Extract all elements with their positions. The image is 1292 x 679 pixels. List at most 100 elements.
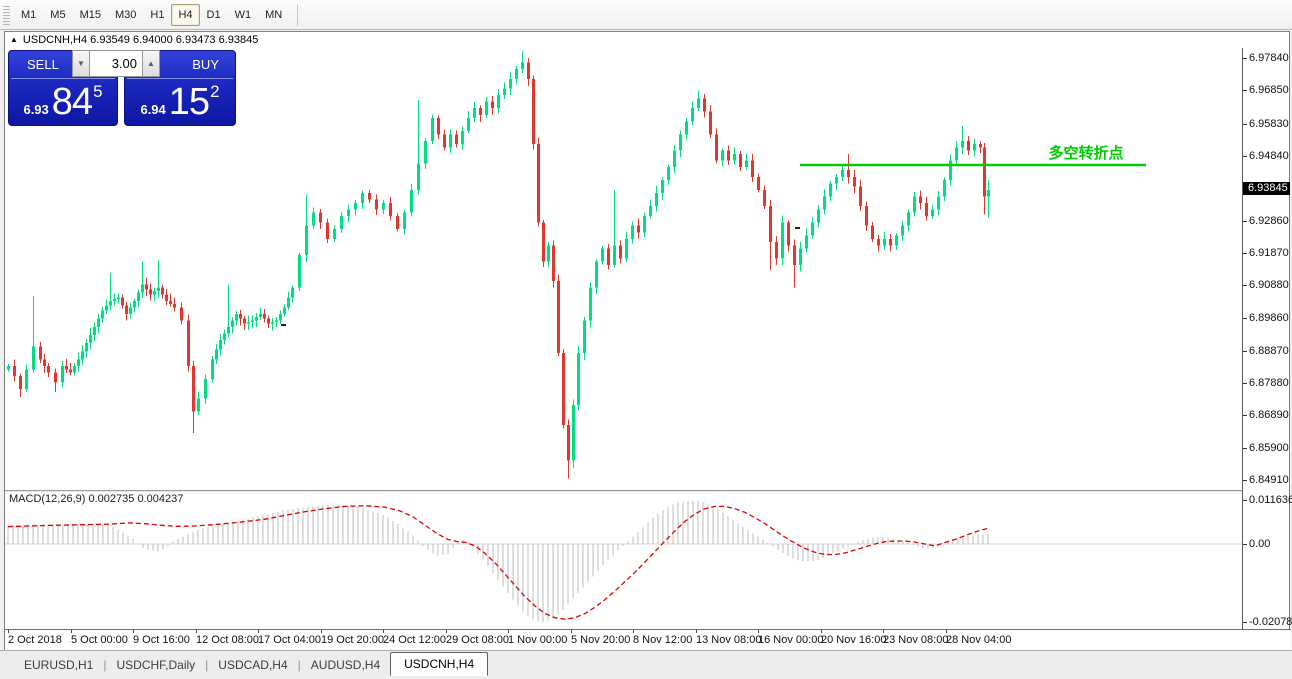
candle (943, 178, 946, 201)
chart-tab-usdcnh-h4[interactable]: USDCNH,H4 (390, 652, 488, 676)
macd-pane: MACD(12,26,9) 0.002735 0.004237 (5, 492, 1242, 629)
time-axis-label: 29 Oct 08:00 (446, 634, 509, 646)
axis-tick (1243, 544, 1247, 545)
candle (805, 229, 808, 253)
candle (715, 128, 718, 163)
candle (567, 420, 570, 479)
candle (572, 399, 575, 467)
candle (77, 352, 80, 372)
volume-increase-button[interactable]: ▲ (142, 50, 160, 77)
timeframe-button-h4[interactable]: H4 (171, 4, 199, 26)
candle (267, 315, 270, 328)
current-price-tag: 6.93845 (1243, 182, 1290, 195)
candle (835, 174, 838, 190)
price-axis-label: 6.92860 (1249, 215, 1289, 227)
candle (625, 232, 628, 262)
price-axis-label: 6.91870 (1249, 247, 1289, 259)
candle (375, 194, 378, 214)
price-axis-label: 6.85900 (1249, 442, 1289, 454)
candle (54, 369, 57, 392)
candle (368, 190, 371, 203)
candle (847, 154, 850, 184)
time-axis-label: 9 Oct 16:00 (133, 634, 190, 646)
time-axis-tick (758, 630, 759, 633)
candle (455, 130, 458, 147)
time-axis: 2 Oct 20185 Oct 00:009 Oct 16:0012 Oct 0… (5, 629, 1291, 650)
time-axis-tick (258, 630, 259, 633)
candle (589, 282, 592, 327)
time-axis-tick (71, 630, 72, 633)
axis-tick (1243, 221, 1247, 222)
candle (679, 131, 682, 157)
time-axis-label: 12 Oct 08:00 (196, 634, 259, 646)
candle (283, 305, 286, 317)
volume-decrease-button[interactable]: ▼ (72, 50, 90, 77)
axis-tick (1243, 124, 1247, 125)
candle (491, 96, 494, 115)
candle (901, 221, 904, 241)
volume-spinner: ▼ 3.00 ▲ (72, 50, 160, 77)
toolbar-grip-handle[interactable] (3, 5, 10, 25)
candle (165, 289, 168, 305)
timeframe-button-m1[interactable]: M1 (14, 4, 43, 26)
timeframe-button-m15[interactable]: M15 (73, 4, 108, 26)
timeframe-button-m30[interactable]: M30 (108, 4, 143, 26)
collapse-chart-icon[interactable]: ▲ (10, 36, 18, 44)
candle (871, 222, 874, 242)
candle (521, 51, 524, 73)
chart-tab-usdchf-daily[interactable]: USDCHF,Daily (106, 654, 205, 676)
timeframe-button-h1[interactable]: H1 (143, 4, 171, 26)
candle (811, 217, 814, 239)
candle (13, 359, 16, 381)
timeframe-button-mn[interactable]: MN (258, 4, 289, 26)
candle (925, 197, 928, 220)
one-click-trade-panel: SELL 6.93 84 5 BUY 6.94 15 2 ▼ 3.00 ▲ (8, 50, 236, 126)
time-axis-label: 13 Nov 08:00 (696, 634, 761, 646)
time-axis-tick (883, 630, 884, 633)
candle (243, 316, 246, 330)
chart-tab-audusd-h4[interactable]: AUDUSD,H4 (301, 654, 390, 676)
candle (187, 314, 190, 371)
candle (32, 296, 35, 372)
candle (121, 295, 124, 309)
candle (153, 287, 156, 301)
candle (655, 186, 658, 211)
candle (745, 154, 748, 169)
candle (949, 155, 952, 186)
timeframe-button-w1[interactable]: W1 (228, 4, 259, 26)
candle (889, 234, 892, 251)
time-axis-tick (571, 630, 572, 633)
time-axis-tick (321, 630, 322, 633)
candle (667, 165, 670, 185)
candle (552, 241, 555, 288)
time-axis-label: 24 Oct 12:00 (383, 634, 446, 646)
candle (607, 244, 610, 270)
price-axis-label: 6.86890 (1249, 409, 1289, 421)
chart-tab-eurusd-h1[interactable]: EURUSD,H1 (14, 654, 103, 676)
price-axis-label: 6.95830 (1249, 118, 1289, 130)
chart-object-marker (281, 324, 286, 326)
timeframe-button-m5[interactable]: M5 (43, 4, 72, 26)
candle (775, 236, 778, 265)
time-axis-tick (633, 630, 634, 633)
candle (461, 127, 464, 150)
candle (85, 339, 88, 358)
volume-input[interactable]: 3.00 (90, 50, 142, 77)
timeframe-button-d1[interactable]: D1 (200, 4, 228, 26)
chart-tab-usdcad-h4[interactable]: USDCAD,H4 (208, 654, 297, 676)
candle (61, 361, 64, 387)
candle (817, 205, 820, 227)
candle (577, 346, 580, 410)
time-axis-tick (196, 630, 197, 633)
candle (479, 105, 482, 122)
candle (841, 164, 844, 181)
candle (161, 284, 164, 298)
chart-titlebar: ▲ USDCNH,H4 6.93549 6.94000 6.93473 6.93… (5, 32, 1289, 48)
time-axis-label: 20 Nov 16:00 (821, 634, 886, 646)
candle (562, 349, 565, 428)
candle (727, 146, 730, 165)
candle (763, 185, 766, 209)
candle (255, 313, 258, 327)
candle (739, 151, 742, 171)
candle (93, 322, 96, 341)
